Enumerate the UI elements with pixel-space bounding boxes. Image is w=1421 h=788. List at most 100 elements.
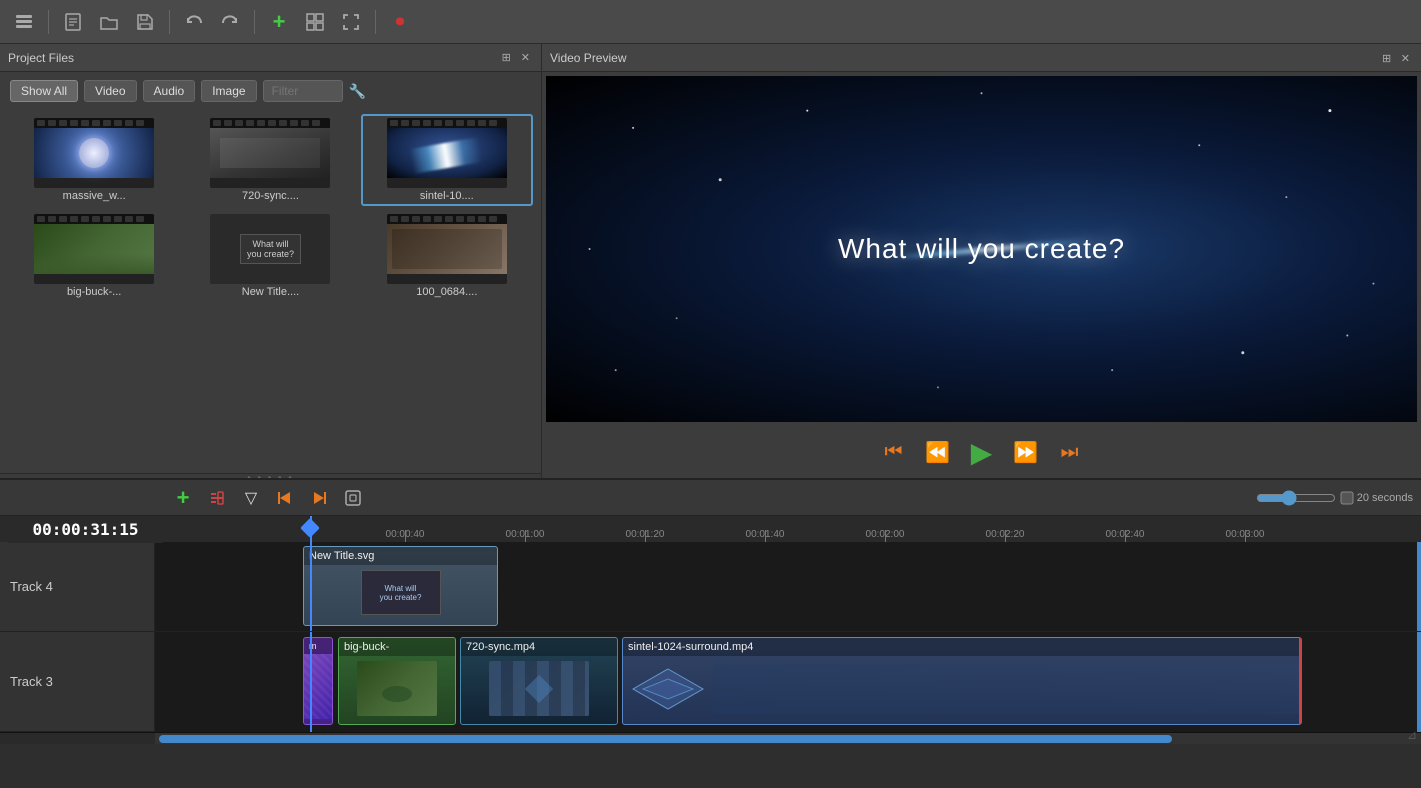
zoom-slider[interactable] (1256, 490, 1336, 506)
jump-start-btn[interactable]: ⏮ (876, 434, 912, 470)
undo-btn[interactable] (178, 6, 210, 38)
tick-3 (645, 530, 646, 542)
clip-m[interactable]: m (303, 637, 333, 725)
filter-input[interactable] (263, 80, 343, 102)
menu-btn[interactable] (8, 6, 40, 38)
thumb-item-4[interactable]: big-buck-... (8, 210, 180, 302)
thumb-img-1 (34, 118, 154, 188)
jump-end-btn[interactable]: ⏭ (1052, 434, 1088, 470)
add-track-btn[interactable]: + (169, 484, 197, 512)
thumb-item-6[interactable]: 100_0684.... (361, 210, 533, 302)
timeline-toolbar: 00:00:31:15 + ▽ 20 seconds (0, 480, 1421, 516)
video-close-btn[interactable]: ✕ (1398, 51, 1413, 66)
thumb-label-1: massive_w... (34, 190, 154, 202)
filter-clear-btn[interactable]: 🔧 (349, 83, 366, 100)
filter-bar: Show All Video Audio Image 🔧 (0, 72, 541, 110)
video-preview-header: Video Preview ⊞ ✕ (542, 44, 1421, 72)
sep4 (375, 10, 376, 34)
clip-720sync[interactable]: 720-sync.mp4 (460, 637, 618, 725)
sep1 (48, 10, 49, 34)
remove-track-btn[interactable] (203, 484, 231, 512)
snap-btn[interactable] (339, 484, 367, 512)
scrollbar-row (0, 732, 1421, 744)
tick-1 (405, 530, 406, 542)
filter-tracks-btn[interactable]: ▽ (237, 484, 265, 512)
track-3: Track 3 m big-buck- (0, 632, 1421, 732)
next-marker-btn[interactable] (305, 484, 333, 512)
record-btn[interactable]: ⏺ (384, 6, 416, 38)
clip-sintel[interactable]: sintel-1024-surround.mp4 (622, 637, 1302, 725)
panel-close-btn[interactable]: ✕ (518, 50, 533, 65)
video-overlay-text: What will you create? (838, 233, 1125, 265)
sep2 (169, 10, 170, 34)
playback-controls: ⏮ ⏪ ▶ ⏩ ⏭ (542, 426, 1421, 478)
thumb-label-3: sintel-10.... (387, 190, 507, 202)
filter-showall-btn[interactable]: Show All (10, 80, 78, 102)
project-files-panel: Project Files ⊞ ✕ Show All Video Audio I… (0, 44, 541, 474)
tick-2 (525, 530, 526, 542)
fullscreen-btn[interactable] (335, 6, 367, 38)
track-3-content[interactable]: m big-buck- (155, 632, 1421, 732)
tick-4 (765, 530, 766, 542)
open-btn[interactable] (93, 6, 125, 38)
layout-btn[interactable] (299, 6, 331, 38)
track-3-label: Track 3 (0, 632, 155, 731)
video-preview-title: Video Preview (550, 51, 627, 65)
h-scrollbar[interactable] (155, 733, 1421, 744)
timeline-ruler[interactable]: 00:00:40 00:01:00 00:01:20 00:01:40 00:0… (155, 516, 1421, 542)
thumb-label-2: 720-sync.... (210, 190, 330, 202)
clip-m-label: m (304, 638, 332, 654)
thumb-img-4 (34, 214, 154, 284)
fast-forward-btn[interactable]: ⏩ (1008, 434, 1044, 470)
thumbnails-grid: massive_w... 720-sync.... (0, 110, 541, 306)
track-4-label: Track 4 (0, 542, 155, 631)
resize-handle[interactable]: ⊿ (1407, 728, 1417, 742)
thumb-item-2[interactable]: 720-sync.... (184, 114, 356, 206)
filter-image-btn[interactable]: Image (201, 80, 256, 102)
clip-sintel-thumb (623, 656, 1299, 721)
header-icons: ⊞ ✕ (499, 50, 533, 65)
clip-bigbuck-thumb (339, 656, 455, 721)
clip-720sync-thumb (461, 656, 617, 721)
tick-8 (1245, 530, 1246, 542)
sep3 (254, 10, 255, 34)
track-4-content[interactable]: New Title.svg What willyou create? (155, 542, 1421, 631)
clip-m-content (304, 654, 332, 719)
clip-sintel-label: sintel-1024-surround.mp4 (623, 638, 1299, 656)
thumb-img-3 (387, 118, 507, 188)
filter-video-btn[interactable]: Video (84, 80, 136, 102)
timeline-timecode: 00:00:31:15 (8, 516, 163, 543)
redo-btn[interactable] (214, 6, 246, 38)
thumb-item-5[interactable]: What willyou create? New Title.... (184, 210, 356, 302)
clip-bigbuck[interactable]: big-buck- (338, 637, 456, 725)
add-btn[interactable]: + (263, 6, 295, 38)
tick-7 (1125, 530, 1126, 542)
thumb-item-1[interactable]: massive_w... (8, 114, 180, 206)
filter-audio-btn[interactable]: Audio (143, 80, 196, 102)
timeline-content: 00:00:40 00:01:00 00:01:20 00:01:40 00:0… (0, 516, 1421, 744)
prev-marker-btn[interactable] (271, 484, 299, 512)
track4-right-border (1417, 542, 1421, 631)
zoom-value: 20 seconds (1357, 492, 1413, 504)
right-panel: Video Preview ⊞ ✕ (542, 44, 1421, 478)
thumb-label-4: big-buck-... (34, 286, 154, 298)
track3-right-border (1417, 632, 1421, 732)
project-files-title: Project Files (8, 51, 74, 65)
video-header-icons: ⊞ ✕ (1379, 50, 1413, 66)
thumb-img-5: What willyou create? (210, 214, 330, 284)
main-area: Project Files ⊞ ✕ Show All Video Audio I… (0, 44, 1421, 478)
clip-new-title[interactable]: New Title.svg What willyou create? (303, 546, 498, 626)
panel-expand-btn[interactable]: ⊞ (499, 50, 514, 65)
video-expand-btn[interactable]: ⊞ (1379, 51, 1394, 66)
new-btn[interactable] (57, 6, 89, 38)
tick-6 (1005, 530, 1006, 542)
rewind-btn[interactable]: ⏪ (920, 434, 956, 470)
clip-bigbuck-label: big-buck- (339, 638, 455, 656)
project-files-header: Project Files ⊞ ✕ (0, 44, 541, 72)
thumb-item-3[interactable]: sintel-10.... (361, 114, 533, 206)
save-btn[interactable] (129, 6, 161, 38)
thumb-label-6: 100_0684.... (387, 286, 507, 298)
clip-title-label: New Title.svg (304, 547, 497, 565)
play-btn[interactable]: ▶ (964, 434, 1000, 470)
timeline-section: 00:00:31:15 + ▽ 20 seconds (0, 478, 1421, 788)
